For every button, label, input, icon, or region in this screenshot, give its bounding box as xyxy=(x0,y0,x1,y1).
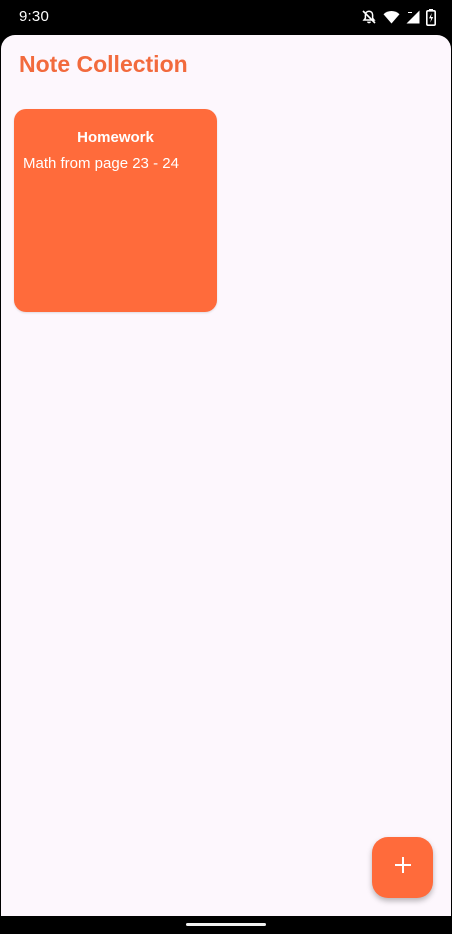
status-bar: 9:30 xyxy=(0,0,452,35)
add-icon xyxy=(394,856,412,879)
note-card[interactable]: Homework Math from page 23 - 24 xyxy=(14,109,217,312)
signal-icon xyxy=(406,10,420,24)
app-surface: Note Collection Homework Math from page … xyxy=(1,35,451,916)
add-note-button[interactable] xyxy=(372,837,433,898)
page-title: Note Collection xyxy=(19,51,188,77)
wifi-icon xyxy=(383,10,400,24)
navigation-bar xyxy=(0,916,452,934)
status-time: 9:30 xyxy=(19,8,49,25)
notifications-off-icon xyxy=(361,9,377,25)
battery-charging-icon xyxy=(426,8,436,26)
status-icons xyxy=(361,8,436,26)
home-gesture-handle[interactable] xyxy=(186,923,266,926)
note-title: Homework xyxy=(77,129,154,146)
note-body: Math from page 23 - 24 xyxy=(23,155,179,172)
